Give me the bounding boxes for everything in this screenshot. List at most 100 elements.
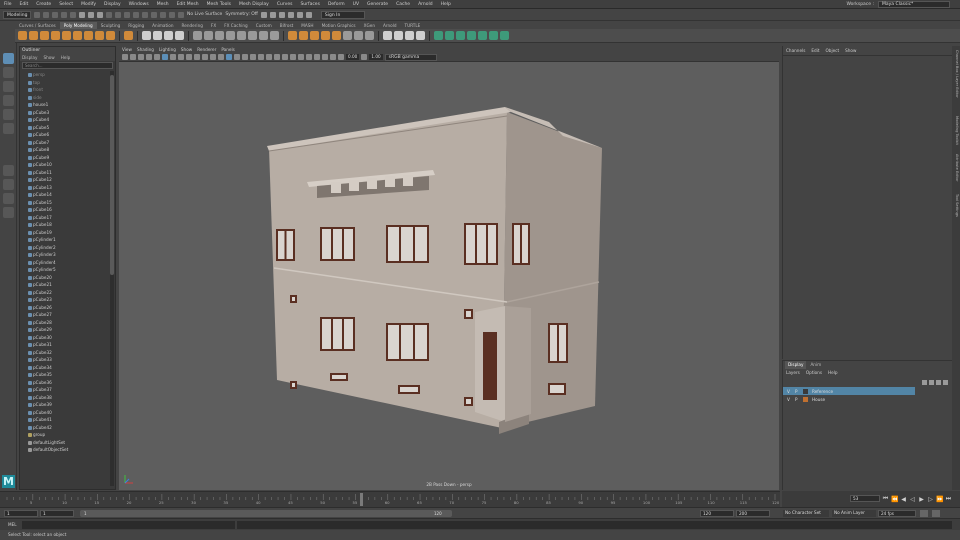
poly-plane-icon[interactable] [73,31,82,40]
render-setup-icon[interactable] [296,11,303,18]
menu-curves[interactable]: Curves [273,2,297,7]
screen-space-ambient-occlusion-icon[interactable] [274,54,280,60]
command-input[interactable] [22,521,235,529]
four-view-layout-icon[interactable] [3,179,14,190]
safe-action-icon[interactable] [202,54,208,60]
side-tab-tool-settings[interactable]: Tool Settings [953,194,959,217]
anim-layer-dropdown[interactable]: No Anim Layer [832,510,876,517]
layer-menu-help[interactable]: Help [828,369,838,377]
new-empty-layer-icon[interactable] [936,379,941,385]
viewport-menu-panels[interactable]: Panels [221,46,234,53]
separate-icon[interactable] [204,31,213,40]
render-settings-icon[interactable] [278,11,285,18]
select-by-joint-icon[interactable] [115,11,121,18]
layer-row[interactable]: V P Reference [783,387,915,395]
outliner-item[interactable]: pCylinder2 [20,244,110,252]
outliner-item[interactable]: top [20,79,110,87]
bevel-icon[interactable] [310,31,319,40]
outliner-item[interactable]: pCylinder3 [20,251,110,259]
shelf-tab-fx[interactable]: FX [207,22,220,29]
select-by-surface-icon[interactable] [133,11,139,18]
channel-box-menu-edit[interactable]: Edit [811,46,819,55]
fps-dropdown[interactable]: 24 fps [878,510,916,517]
outliner-item[interactable]: pCube33 [20,356,110,364]
sweep-mesh-icon[interactable] [153,31,162,40]
layer-color-swatch[interactable] [803,388,808,394]
move-layer-up-icon[interactable] [922,379,927,385]
xray-icon[interactable] [314,54,320,60]
animation-preferences-icon[interactable] [932,510,940,517]
outliner-item[interactable]: pCube7 [20,139,110,147]
scrollbar-thumb[interactable] [110,75,114,275]
snap-to-grid-icon[interactable] [151,11,157,18]
play-backwards-icon[interactable]: ◁ [909,496,916,503]
move-layer-down-icon[interactable] [929,379,934,385]
boolean-union-icon[interactable] [226,31,235,40]
snap-to-curve-icon[interactable] [160,11,166,18]
outliner-item[interactable]: pCube29 [20,326,110,334]
film-gate-icon[interactable] [170,54,176,60]
poly-torus-icon[interactable] [62,31,71,40]
outliner-item[interactable]: pCube31 [20,341,110,349]
outliner-item[interactable]: pCylinder4 [20,259,110,267]
outliner-item[interactable]: pCube39 [20,401,110,409]
symmetry-label[interactable]: Symmetry: Off [225,12,258,17]
shelf-tab-motion-graphics[interactable]: Motion Graphics [318,22,360,29]
outliner-item[interactable]: pCube17 [20,214,110,222]
animation-end-field[interactable]: 200 [736,510,770,517]
perspective-viewport[interactable]: 2B Pass Down - persp [119,62,779,490]
outliner-menu-show[interactable]: Show [43,54,54,61]
gamma-value[interactable]: 1.00 [369,54,383,60]
current-time-marker[interactable] [360,493,363,506]
shelf-tab-turtle[interactable]: TURTLE [401,22,425,29]
layer-playback-toggle[interactable]: P [795,397,799,402]
outliner-item[interactable]: pCube34 [20,364,110,372]
extrude-icon[interactable] [288,31,297,40]
shadows-icon[interactable] [266,54,272,60]
hypershade-icon[interactable] [287,11,294,18]
snap-to-view-plane-icon[interactable] [178,11,184,18]
cylindrical-mapping-icon[interactable] [445,31,454,40]
wireframe-on-shaded-icon[interactable] [242,54,248,60]
menu-windows[interactable]: Windows [125,2,153,7]
viewport-menu-view[interactable]: View [122,46,132,53]
type-tool-icon[interactable] [164,31,173,40]
outliner-item[interactable]: pCube16 [20,206,110,214]
time-slider[interactable]: 5 10 15 20 25 30 35 40 45 50 55 60 65 70 75 80 85 90 95 100… [0,491,780,507]
fill-hole-icon[interactable] [270,31,279,40]
new-layer-from-selection-icon[interactable] [943,379,948,385]
range-bar[interactable]: 1 120 [80,510,452,517]
default-material-icon[interactable] [234,54,240,60]
rotate-tool-icon[interactable] [3,109,14,120]
outliner-item[interactable]: defaultLightSet [20,439,110,447]
menu-generate[interactable]: Generate [363,2,392,7]
shelf-tab-custom[interactable]: Custom [252,22,276,29]
menu-cache[interactable]: Cache [392,2,414,7]
sign-in-dropdown[interactable]: Sign In [320,10,365,19]
bookmark-icon[interactable] [130,54,136,60]
layer-row[interactable]: V P House [783,395,952,403]
bridge-icon[interactable] [299,31,308,40]
outliner-item[interactable]: defaultObjectSet [20,446,110,454]
combine-icon[interactable] [193,31,202,40]
scale-tool-icon[interactable] [3,123,14,134]
mirror-icon[interactable] [259,31,268,40]
layer-menu-layers[interactable]: Layers [786,369,800,377]
side-tab-modeling-toolkit[interactable]: Modeling Toolkit [953,116,959,145]
polygon-tool-icon[interactable] [142,31,151,40]
platonic-solid-icon[interactable] [95,31,104,40]
outliner-item[interactable]: pCube21 [20,281,110,289]
menu-edit[interactable]: Edit [16,2,33,7]
shelf-tab-animation[interactable]: Animation [148,22,177,29]
live-surface-label[interactable]: No Live Surface [187,12,222,17]
viewport-menu-lighting[interactable]: Lighting [159,46,176,53]
layer-playback-toggle[interactable]: P [795,389,799,394]
step-forward-frame-icon[interactable]: ▷ [927,496,934,503]
spherical-mapping-icon[interactable] [456,31,465,40]
playback-end-field[interactable]: 120 [700,510,734,517]
lasso-tool-icon[interactable] [3,67,14,78]
multisample-anti-aliasing-icon[interactable] [290,54,296,60]
auto-key-icon[interactable] [920,510,928,517]
select-hierarchy-icon[interactable] [79,11,85,18]
poly-cube-icon[interactable] [29,31,38,40]
